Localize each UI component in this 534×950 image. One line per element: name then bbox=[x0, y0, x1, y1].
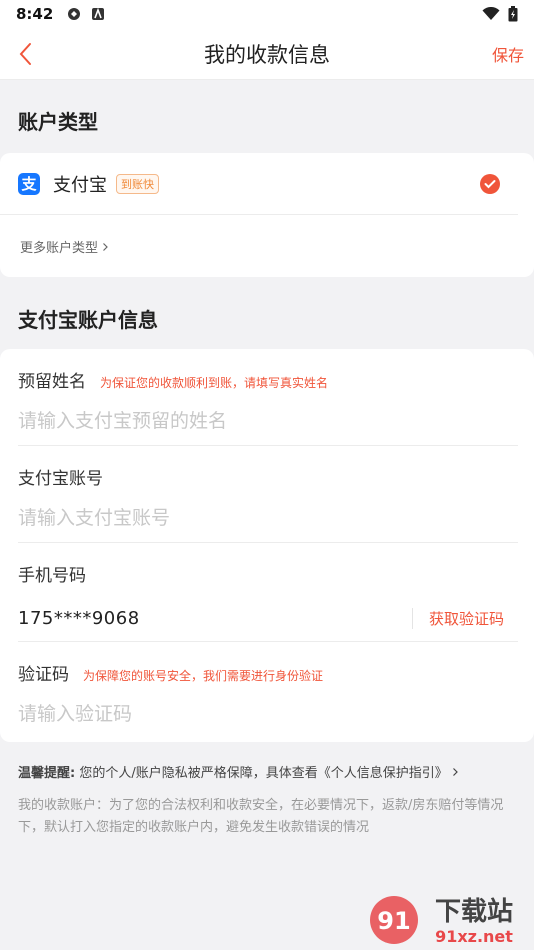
accessibility-notification-icon bbox=[92, 7, 105, 20]
collection-account-note: 我的收款账户：为了您的合法权利和收款安全，在必要情况下，返款/房东赔付等情况下，… bbox=[18, 798, 504, 835]
reserved-name-label: 预留姓名 bbox=[18, 372, 86, 392]
watermark-domain: 91xz.net bbox=[435, 927, 513, 946]
reserved-name-field: 预留姓名 为保证您的收款顺利到账，请填写真实姓名 bbox=[0, 349, 534, 445]
app-notification-icon bbox=[68, 8, 81, 20]
reserved-name-input[interactable] bbox=[18, 392, 516, 445]
nav-bar: 我的收款信息 保存 bbox=[0, 28, 534, 80]
verification-code-hint: 为保障您的账号安全，我们需要进行身份验证 bbox=[83, 669, 324, 683]
reserved-name-hint: 为保证您的收款顺利到账，请填写真实姓名 bbox=[100, 376, 329, 390]
site-watermark-logo: 91 下载站 91xz.net bbox=[370, 896, 513, 946]
more-account-types-link[interactable]: 更多账户类型 bbox=[0, 215, 534, 277]
verification-code-field: 验证码 为保障您的账号安全，我们需要进行身份验证 bbox=[0, 642, 534, 738]
chevron-right-icon bbox=[103, 243, 109, 251]
alipay-account-field: 支付宝账号 bbox=[0, 446, 534, 542]
page-title: 我的收款信息 bbox=[204, 42, 330, 67]
chevron-right-icon bbox=[452, 768, 458, 776]
get-verification-code-button[interactable]: 获取验证码 bbox=[411, 608, 504, 629]
privacy-reminder[interactable]: 温馨提醒: 您的个人/账户隐私被严格保障，具体查看《个人信息保护指引》 bbox=[0, 762, 534, 781]
alipay-account-label: 支付宝账号 bbox=[18, 469, 103, 489]
account-option-name: 支付宝 bbox=[53, 174, 107, 196]
reminder-prefix: 温馨提醒: bbox=[18, 766, 76, 781]
svg-text:91: 91 bbox=[377, 907, 410, 935]
verification-code-label: 验证码 bbox=[18, 665, 69, 685]
account-type-card: 支 支付宝 到账快 更多账户类型 bbox=[0, 153, 534, 277]
alipay-account-input[interactable] bbox=[18, 489, 516, 542]
account-type-heading: 账户类型 bbox=[18, 110, 98, 134]
status-time: 8:42 bbox=[16, 5, 54, 23]
fast-arrival-badge: 到账快 bbox=[116, 173, 159, 194]
watermark-title: 下载站 bbox=[435, 897, 513, 927]
wifi-icon bbox=[482, 7, 500, 20]
battery-icon bbox=[508, 6, 518, 22]
account-option-alipay[interactable]: 支 支付宝 到账快 bbox=[0, 153, 518, 215]
verification-code-input[interactable] bbox=[18, 685, 516, 738]
account-info-heading: 支付宝账户信息 bbox=[18, 308, 158, 332]
alipay-logo-icon: 支 bbox=[18, 172, 40, 195]
more-account-types-label: 更多账户类型 bbox=[20, 241, 99, 256]
phone-field: 手机号码 175****9068 获取验证码 bbox=[0, 543, 534, 641]
save-button[interactable]: 保存 bbox=[492, 42, 524, 66]
account-info-card: 预留姓名 为保证您的收款顺利到账，请填写真实姓名 支付宝账号 手机号码 175*… bbox=[0, 349, 534, 742]
selected-checkmark-icon bbox=[480, 173, 500, 194]
reminder-text: 您的个人/账户隐私被严格保障，具体查看《个人信息保护指引》 bbox=[79, 766, 448, 781]
phone-number-value: 175****9068 bbox=[18, 608, 140, 629]
phone-label: 手机号码 bbox=[18, 566, 86, 586]
status-bar: 8:42 bbox=[0, 0, 534, 28]
